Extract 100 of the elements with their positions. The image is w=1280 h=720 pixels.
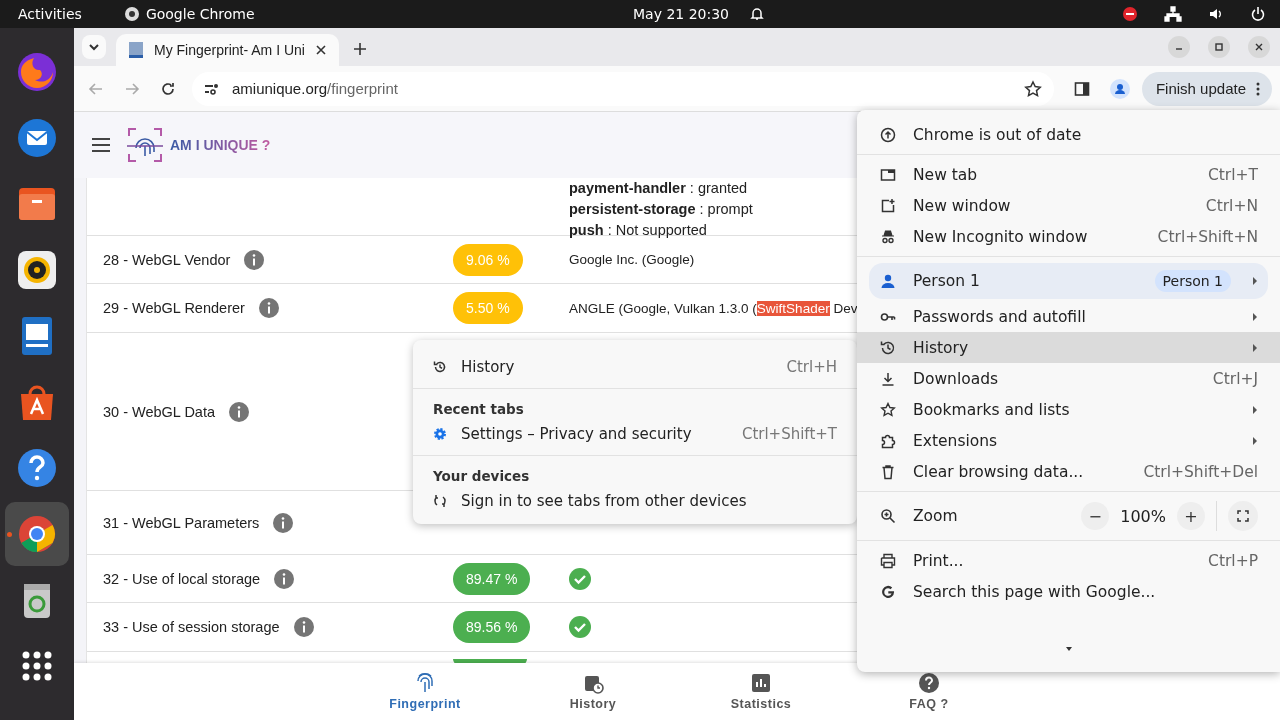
similarity-badge: 9.06 %: [453, 243, 523, 276]
menu-icon[interactable]: [90, 137, 112, 153]
gear-icon: [433, 427, 447, 441]
side-panel-icon[interactable]: [1073, 80, 1090, 97]
finish-update-button[interactable]: Finish update: [1141, 71, 1272, 106]
nav-tab[interactable]: Fingerprint: [341, 663, 509, 720]
chrome-icon: [123, 6, 140, 22]
music-app-icon[interactable]: [15, 248, 59, 292]
zoom-icon: [880, 508, 896, 524]
attribute-label: 33 - Use of session storage: [103, 619, 280, 635]
puzzle-icon: [880, 432, 896, 449]
browser-tab[interactable]: My Fingerprint- Am I Uni: [116, 34, 339, 66]
info-icon[interactable]: [274, 568, 295, 589]
menu-item[interactable]: Person 1 Person 1: [869, 263, 1268, 299]
close-window-button[interactable]: [1248, 36, 1270, 58]
volume-icon[interactable]: [1208, 6, 1224, 22]
print-icon: [880, 552, 896, 569]
close-icon[interactable]: [314, 44, 327, 56]
section-heading: Recent tabs: [432, 400, 525, 419]
similarity-badge: 89.47 %: [453, 562, 531, 595]
menu-label: Zoom: [913, 507, 958, 525]
help-app-icon[interactable]: [15, 446, 59, 490]
shortcut-label: Ctrl+N: [1205, 196, 1258, 215]
person-icon: [880, 273, 896, 289]
zoom-in-button[interactable]: +: [1177, 502, 1205, 530]
star-icon: [880, 401, 896, 418]
history-icon: [880, 339, 896, 356]
info-icon[interactable]: [258, 298, 279, 318]
running-indicator: [7, 532, 12, 537]
profile-icon[interactable]: [1109, 78, 1130, 99]
profile-badge: Person 1: [1154, 270, 1231, 292]
incognito-icon: [880, 228, 896, 245]
menu-item[interactable]: New window Ctrl+N: [857, 190, 1280, 221]
power-icon[interactable]: [1250, 6, 1266, 22]
menu-item[interactable]: Settings – Privacy and security Ctrl+Shift+T: [413, 419, 857, 449]
similarity-badge: 5.50 %: [453, 292, 523, 324]
mail-app-icon[interactable]: [15, 116, 59, 160]
arrow-up-circle-icon: [880, 126, 896, 143]
attribute-label: 32 - Use of local storage: [103, 570, 261, 587]
permission-line: persistent-storage : prompt: [569, 200, 753, 219]
shortcut-label: Ctrl+Shift+N: [1157, 227, 1258, 246]
permission-line: push : Not supported: [569, 221, 707, 240]
activities-button[interactable]: Activities: [18, 6, 82, 22]
app-name[interactable]: Google Chrome: [145, 6, 255, 22]
shortcut-label: Ctrl+T: [1207, 165, 1258, 184]
similarity-badge: 89.56 %: [453, 611, 531, 643]
firefox-app-icon[interactable]: [15, 50, 59, 94]
site-logo[interactable]: AM I UNIQUE ?: [170, 137, 271, 153]
reload-icon[interactable]: [160, 80, 176, 97]
menu-item[interactable]: New Incognito window Ctrl+Shift+N: [857, 221, 1280, 252]
history-icon: [433, 360, 447, 374]
attribute-label: 29 - WebGL Renderer: [103, 300, 245, 316]
menu-item[interactable]: Passwords and autofill: [857, 301, 1280, 332]
zoom-out-button[interactable]: −: [1081, 502, 1110, 530]
attribute-label: 31 - WebGL Parameters: [103, 514, 260, 531]
tab-title: My Fingerprint- Am I Uni: [154, 42, 305, 58]
nav-tab[interactable]: Statistics: [677, 663, 845, 720]
more-icon: [1256, 81, 1260, 96]
new-window-icon: [880, 197, 896, 214]
menu-item[interactable]: Extensions: [857, 425, 1280, 456]
clock[interactable]: May 21 20:30: [633, 6, 729, 22]
bookmark-star-icon[interactable]: [1023, 79, 1042, 98]
info-icon[interactable]: [229, 401, 250, 422]
minimize-button[interactable]: [1168, 36, 1190, 58]
menu-item[interactable]: Sign in to see tabs from other devices: [413, 486, 857, 516]
fullscreen-icon[interactable]: [1228, 501, 1258, 531]
tab-icon: [880, 166, 896, 183]
menu-item[interactable]: History: [857, 332, 1280, 363]
info-icon[interactable]: [273, 512, 294, 533]
network-icon[interactable]: [1164, 6, 1182, 22]
fingerprint-icon: [414, 672, 436, 694]
menu-item[interactable]: New tab Ctrl+T: [857, 159, 1280, 190]
do-not-disturb-icon[interactable]: [1122, 6, 1138, 22]
shortcut-label: Ctrl+Shift+Del: [1143, 462, 1258, 481]
site-settings-icon[interactable]: [204, 81, 220, 96]
info-icon[interactable]: [293, 617, 314, 637]
fingerprint-logo-icon: [126, 126, 164, 164]
menu-item[interactable]: Downloads Ctrl+J: [857, 363, 1280, 394]
menu-item[interactable]: Search this page with Google...: [857, 576, 1280, 607]
download-icon: [880, 370, 896, 387]
attribute-label: 28 - WebGL Vendor: [103, 251, 231, 268]
menu-item[interactable]: Print... Ctrl+P: [857, 545, 1280, 576]
tab-search-button[interactable]: [82, 35, 106, 59]
bell-icon[interactable]: [749, 6, 765, 22]
menu-item[interactable]: History Ctrl+H: [413, 352, 857, 382]
nav-tab[interactable]: FAQ ?: [845, 663, 1013, 720]
menu-item[interactable]: Bookmarks and lists: [857, 394, 1280, 425]
scroll-down-icon[interactable]: [1064, 645, 1074, 653]
menu-item[interactable]: Chrome is out of date: [857, 119, 1280, 150]
menu-item[interactable]: Clear browsing data... Ctrl+Shift+Del: [857, 456, 1280, 487]
zoom-level: 100%: [1120, 506, 1166, 526]
permission-line: payment-handler : granted: [569, 179, 748, 198]
shortcut-label: Ctrl+J: [1212, 369, 1258, 388]
new-tab-icon[interactable]: [352, 42, 367, 56]
address-bar[interactable]: amiunique.org/fingerprint: [192, 71, 1054, 106]
nav-tab[interactable]: History: [509, 663, 677, 720]
favicon-icon: [128, 41, 144, 59]
sync-icon: [433, 494, 447, 508]
info-icon[interactable]: [244, 249, 265, 270]
maximize-button[interactable]: [1208, 36, 1230, 58]
